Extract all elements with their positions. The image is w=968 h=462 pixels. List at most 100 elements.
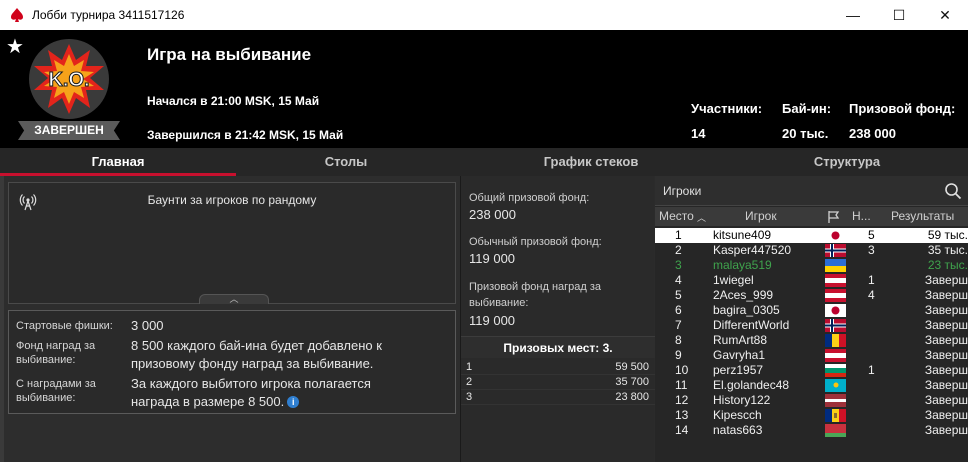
bounty-prize-label-line1: Призовой фонд наград за — [469, 281, 602, 293]
player-name: bagira_0305 — [713, 303, 780, 317]
player-row[interactable]: 7 DifferentWorld Заверш — [655, 318, 968, 333]
search-icon[interactable] — [944, 182, 962, 200]
player-row[interactable]: 6 bagira_0305 Заверш — [655, 303, 968, 318]
player-name: perz1957 — [713, 363, 764, 377]
belarus-flag-icon — [825, 424, 846, 437]
close-button[interactable]: ✕ — [922, 0, 968, 30]
bounty-fund-value-line2: призовому фонду наград за выбивание. — [131, 356, 374, 371]
prize-panel: Общий призовой фонд: 238 000 Обычный при… — [460, 176, 655, 462]
austria-flag-icon — [825, 289, 846, 302]
player-row[interactable]: 10 perz1957 1 Заверш — [655, 363, 968, 378]
player-knockouts: 1 — [868, 363, 875, 377]
player-row[interactable]: 5 2Aces_999 4 Заверш — [655, 288, 968, 303]
player-place: 8 — [675, 333, 682, 347]
player-name: kitsune409 — [713, 228, 772, 242]
paid-place-amount: 23 800 — [615, 391, 649, 403]
sort-asc-icon[interactable]: ︿ — [697, 211, 706, 224]
japan-flag-icon — [825, 304, 846, 317]
players-table-body: 1 kitsune409 5 59 тыс. 2 Kasper447520 3 35 тыс.… — [655, 228, 968, 438]
player-result: Заверш — [924, 363, 968, 377]
player-row[interactable]: 9 Gavryha1 Заверш — [655, 348, 968, 363]
player-result: Заверш — [924, 318, 968, 332]
austria-flag-icon — [825, 274, 846, 287]
ukraine-flag-icon — [825, 259, 846, 272]
norway-flag-icon — [825, 244, 846, 257]
player-row[interactable]: 11 El.golandec48 Заверш — [655, 378, 968, 393]
player-name: malaya519 — [713, 258, 772, 272]
status-badge: ЗАВЕРШЕН — [18, 121, 120, 140]
player-result: Заверш — [924, 303, 968, 317]
player-name: DifferentWorld — [713, 318, 790, 332]
participants-label: Участники: — [691, 101, 763, 116]
column-header-place[interactable]: Место — [659, 209, 694, 223]
player-result: Заверш — [924, 393, 968, 407]
player-row[interactable]: 2 Kasper447520 3 35 тыс. — [655, 243, 968, 258]
buyin-label: Бай-ин: — [782, 101, 832, 116]
player-place: 7 — [675, 318, 682, 332]
paid-place-number: 3 — [466, 391, 473, 403]
minimize-button[interactable]: — — [830, 0, 876, 30]
knockout-logo: K.O. — [29, 39, 109, 119]
player-place: 4 — [675, 273, 682, 287]
bounty-banner: Баунти за игроков по рандому ︿ — [8, 182, 456, 304]
bounty-prize-value: 119 000 — [469, 313, 516, 328]
player-row[interactable]: 8 RumArt88 Заверш — [655, 333, 968, 348]
player-name: 2Aces_999 — [713, 288, 774, 302]
paid-places-table: 1 59 500 2 35 700 3 23 800 — [461, 360, 655, 405]
tab-tables[interactable]: Столы — [236, 148, 456, 176]
with-bounties-value-text: награда в размере 8 500. — [131, 394, 285, 409]
buyin-value: 20 тыс. — [782, 126, 829, 141]
player-result: Заверш — [924, 423, 968, 437]
tab-stack-chart[interactable]: График стеков — [456, 148, 726, 176]
player-row[interactable]: 3 malaya519 23 тыс. — [655, 258, 968, 273]
collapse-chevron-icon[interactable]: ︿ — [199, 294, 269, 304]
lobby-tabs: Главная Столы График стеков Структура — [0, 148, 968, 176]
norway-flag-icon — [825, 319, 846, 332]
player-row[interactable]: 14 natas663 Заверш — [655, 423, 968, 438]
regular-prize-value: 119 000 — [469, 251, 516, 266]
players-search-bar[interactable]: Игроки — [655, 176, 968, 206]
favorite-star-icon[interactable]: ★ — [6, 34, 24, 59]
latvia-flag-icon — [825, 394, 846, 407]
paid-place-row: 1 59 500 — [461, 360, 655, 375]
player-result: Заверш — [924, 408, 968, 422]
player-name: natas663 — [713, 423, 763, 437]
bounty-fund-value-line1: 8 500 каждого бай-ина будет добавлено к — [131, 338, 382, 353]
prize-pool-label: Призовой фонд: — [849, 101, 956, 116]
player-name: Gavryha1 — [713, 348, 766, 362]
column-header-knockouts[interactable]: Н... — [852, 209, 871, 223]
column-header-player[interactable]: Игрок — [745, 209, 777, 223]
player-row[interactable]: 12 History122 Заверш — [655, 393, 968, 408]
players-panel: Игроки Место ︿ Игрок Н... Результаты 1 ki… — [655, 176, 968, 462]
player-knockouts: 3 — [868, 243, 875, 257]
player-name: Kasper447520 — [713, 243, 792, 257]
player-place: 11 — [675, 378, 688, 392]
player-result: Заверш — [924, 378, 968, 392]
info-icon[interactable]: i — [287, 396, 300, 408]
logo-text: K.O. — [48, 69, 89, 91]
player-place: 5 — [675, 288, 682, 302]
tab-main[interactable]: Главная — [0, 148, 236, 176]
window-title: Лобби турнира 3411517126 — [32, 8, 185, 22]
flag-column-icon[interactable] — [827, 210, 841, 224]
maximize-button[interactable]: ☐ — [876, 0, 922, 30]
tournament-info-box: Стартовые фишки: 3 000 Фонд наград за вы… — [8, 310, 456, 414]
player-knockouts: 1 — [868, 273, 875, 287]
moldova-flag-icon — [825, 409, 846, 422]
tab-structure[interactable]: Структура — [726, 148, 968, 176]
bounty-fund-label-line1: Фонд наград за — [16, 340, 96, 352]
player-row[interactable]: 13 Kipescch Заверш — [655, 408, 968, 423]
participants-value: 14 — [691, 126, 706, 141]
main-info-panel: Баунти за игроков по рандому ︿ Стартовые… — [4, 176, 460, 462]
player-row[interactable]: 4 1wiegel 1 Заверш — [655, 273, 968, 288]
player-place: 2 — [675, 243, 682, 257]
player-place: 10 — [675, 363, 689, 377]
paid-place-amount: 59 500 — [615, 361, 649, 373]
player-row[interactable]: 1 kitsune409 5 59 тыс. — [655, 228, 968, 243]
japan-flag-icon — [825, 229, 846, 242]
player-place: 13 — [675, 408, 689, 422]
player-knockouts: 5 — [868, 228, 875, 242]
column-header-results[interactable]: Результаты — [891, 209, 954, 223]
tournament-name: Игра на выбивание — [147, 45, 312, 64]
player-name: 1wiegel — [713, 273, 754, 287]
